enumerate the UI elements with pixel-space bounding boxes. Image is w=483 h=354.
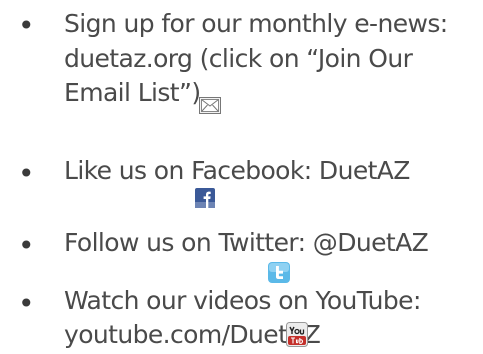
youtube-icon[interactable] — [286, 322, 308, 347]
twitter-text[interactable]: Follow us on Twitter: @DuetAZ — [64, 228, 429, 258]
enews-text-line-2[interactable]: duetaz.org (click on “Join Our — [64, 44, 413, 74]
bullet: • — [18, 157, 35, 190]
twitter-icon[interactable] — [268, 262, 290, 283]
facebook-icon[interactable] — [195, 188, 215, 208]
bullet: • — [18, 287, 35, 320]
facebook-text[interactable]: Like us on Facebook: DuetAZ — [64, 156, 410, 186]
youtube-text-line-1: Watch our videos on YouTube: — [64, 286, 421, 315]
bullet: • — [18, 9, 35, 42]
enews-text-line-3[interactable]: Email List”) — [64, 78, 201, 108]
enews-text-line-1: Sign up for our monthly e-news: — [64, 9, 448, 38]
email-envelope-icon[interactable] — [199, 97, 221, 114]
youtube-text-line-2[interactable]: youtube.com/DuetAZ — [64, 320, 321, 350]
bullet: • — [18, 229, 35, 262]
